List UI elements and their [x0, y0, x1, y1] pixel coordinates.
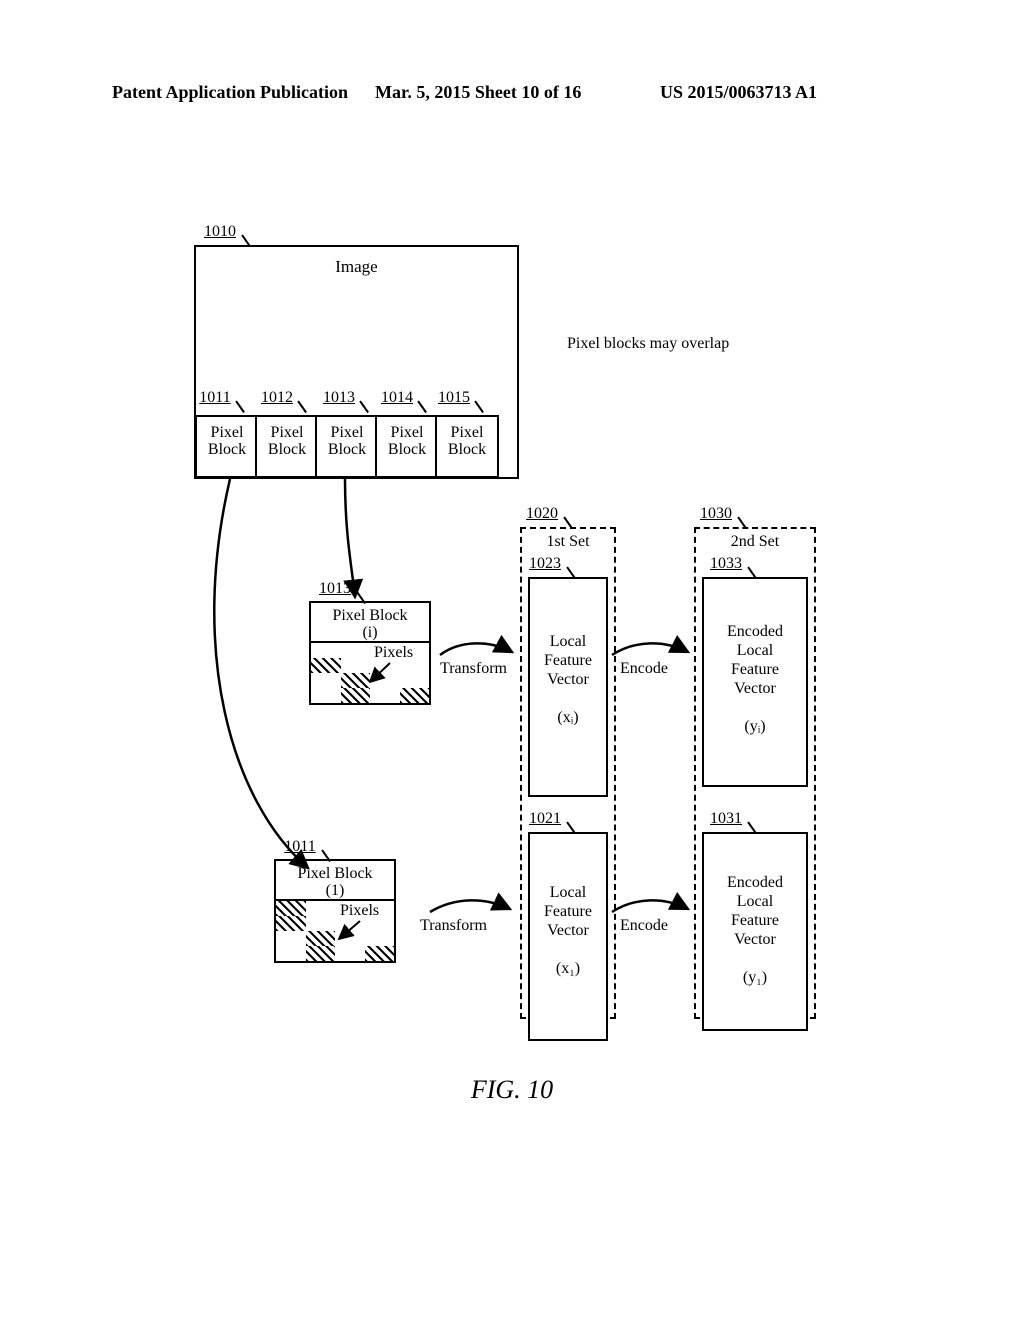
- lfv-1: Local Feature Vector (x₁): [528, 832, 608, 1041]
- encode-label-1: Encode: [620, 917, 668, 935]
- page-header-left: Patent Application Publication: [112, 82, 348, 103]
- ref-1021: 1021: [525, 810, 565, 828]
- page-header-right: US 2015/0063713 A1: [660, 82, 817, 103]
- transform-label-i: Transform: [440, 660, 507, 678]
- pixel-block-2: Pixel Block: [255, 415, 319, 478]
- pixel-block-3: Pixel Block: [315, 415, 379, 478]
- ref-1012: 1012: [258, 389, 296, 407]
- ref-1023: 1023: [525, 555, 565, 573]
- second-set-label: 2nd Set: [696, 533, 814, 551]
- first-set-label: 1st Set: [522, 533, 614, 551]
- ref-pbi: 1013: [315, 580, 355, 598]
- ref-1010: 1010: [200, 223, 240, 241]
- ref-1020: 1020: [522, 505, 562, 523]
- ref-1014: 1014: [378, 389, 416, 407]
- pixels-label-1: Pixels: [340, 902, 379, 920]
- elfv-1: Encoded Local Feature Vector (y₁): [702, 832, 808, 1031]
- ref-1031: 1031: [706, 810, 746, 828]
- ref-1013: 1013: [320, 389, 358, 407]
- pixel-block-1: Pixel Block: [195, 415, 259, 478]
- image-title: Image: [196, 257, 517, 277]
- lfv-i: Local Feature Vector (xᵢ): [528, 577, 608, 797]
- ref-1030: 1030: [696, 505, 736, 523]
- overlap-note: Pixel blocks may overlap: [567, 335, 797, 353]
- elfv-i: Encoded Local Feature Vector (yᵢ): [702, 577, 808, 787]
- transform-label-1: Transform: [420, 917, 487, 935]
- page-header-mid: Mar. 5, 2015 Sheet 10 of 16: [375, 82, 581, 103]
- pixel-block-4: Pixel Block: [375, 415, 439, 478]
- pixel-block-i-title: Pixel Block (i): [311, 607, 429, 641]
- pixels-label-i: Pixels: [374, 644, 413, 662]
- ref-pb1b: 1011: [280, 838, 320, 856]
- pixel-block-1-title: Pixel Block (1): [276, 865, 394, 899]
- ref-1011: 1011: [196, 389, 234, 407]
- figure-caption: FIG. 10: [0, 1075, 1024, 1105]
- flow-arrows: [0, 0, 1024, 1320]
- pixel-block-5: Pixel Block: [435, 415, 499, 478]
- encode-label-i: Encode: [620, 660, 668, 678]
- ref-1033: 1033: [706, 555, 746, 573]
- image-box: Image Pixel Block Pixel Block Pixel Bloc…: [194, 245, 519, 479]
- ref-1015: 1015: [435, 389, 473, 407]
